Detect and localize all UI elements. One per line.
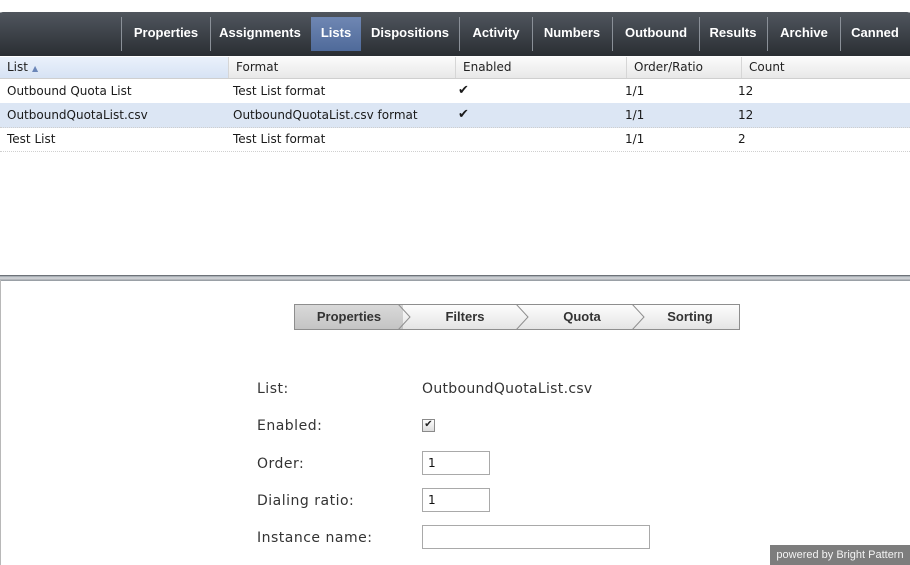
cell-list: OutboundQuotaList.csv [7,108,148,122]
cell-order-ratio: 1/1 [625,132,645,146]
tab-separator [699,17,700,51]
column-header-format[interactable]: Format [229,57,456,78]
dialing-ratio-label: Dialing ratio: [257,493,355,509]
tab-numbers[interactable]: Numbers [535,12,609,56]
tab-properties[interactable]: Properties [126,12,206,56]
cell-enabled-check-icon: ✔ [458,83,469,98]
dialing-ratio-input[interactable] [422,488,490,512]
instance-name-label: Instance name: [257,530,373,546]
tab-results[interactable]: Results [702,12,764,56]
tab-dispositions[interactable]: Dispositions [364,12,456,56]
grid-header: List ▲ Format Enabled Order/Ratio Count [0,57,910,79]
order-label: Order: [257,456,305,472]
cell-order-ratio: 1/1 [625,84,645,98]
cell-count: 12 [738,84,754,98]
tab-activity[interactable]: Activity [462,12,530,56]
tab-outbound[interactable]: Outbound [615,12,697,56]
wizard-steps: Properties Filters Quota Sorting [294,304,740,330]
column-header-order-ratio[interactable]: Order/Ratio [627,57,742,78]
cell-format: Test List format [233,84,326,98]
column-header-enabled[interactable]: Enabled [456,57,627,78]
cell-count: 2 [738,132,746,146]
enabled-checkbox[interactable]: ✔ [422,419,435,432]
cell-list: Outbound Quota List [7,84,132,98]
detail-pane-border [0,280,1,565]
cell-list: Test List [7,132,56,146]
cell-enabled-check-icon [451,127,458,151]
tab-canned[interactable]: Canned [843,12,907,56]
cell-enabled-check-icon: ✔ [458,107,469,122]
tab-separator [210,17,211,51]
tab-separator [767,17,768,51]
cell-format: OutboundQuotaList.csv format [233,108,418,122]
cell-order-ratio: 1/1 [625,108,645,122]
column-header-label: Count [749,60,785,74]
tab-separator [459,17,460,51]
column-header-label: List [7,60,28,74]
instance-name-input[interactable] [422,525,650,549]
cell-count: 12 [738,108,754,122]
column-header-label: Format [236,60,279,74]
cell-format: Test List format [233,132,326,146]
column-header-list[interactable]: List ▲ [0,57,229,78]
tab-separator [840,17,841,51]
tab-separator [121,17,122,51]
tab-separator [532,17,533,51]
column-header-label: Order/Ratio [634,60,703,74]
pane-splitter[interactable] [0,275,910,281]
column-header-label: Enabled [463,60,512,74]
wizard-step-properties[interactable]: Properties [295,305,403,329]
wizard-step-filters[interactable]: Filters [409,305,521,329]
order-input[interactable] [422,451,490,475]
column-header-count[interactable]: Count [742,57,910,78]
tab-lists[interactable]: Lists [311,17,361,51]
tab-assignments[interactable]: Assignments [214,12,306,56]
tab-separator [612,17,613,51]
wizard-step-sorting[interactable]: Sorting [641,305,739,329]
powered-by-label: powered by Bright Pattern [770,545,910,565]
table-row[interactable]: Test List Test List format 1/1 2 [0,127,910,152]
wizard-step-quota[interactable]: Quota [527,305,637,329]
table-row[interactable]: Outbound Quota List Test List format ✔ 1… [0,79,910,104]
list-label: List: [257,381,289,397]
enabled-label: Enabled: [257,418,323,434]
table-row-selected[interactable]: OutboundQuotaList.csv OutboundQuotaList.… [0,103,910,128]
list-name-value: OutboundQuotaList.csv [422,381,593,397]
tab-archive[interactable]: Archive [770,12,838,56]
sort-ascending-icon: ▲ [31,64,39,73]
